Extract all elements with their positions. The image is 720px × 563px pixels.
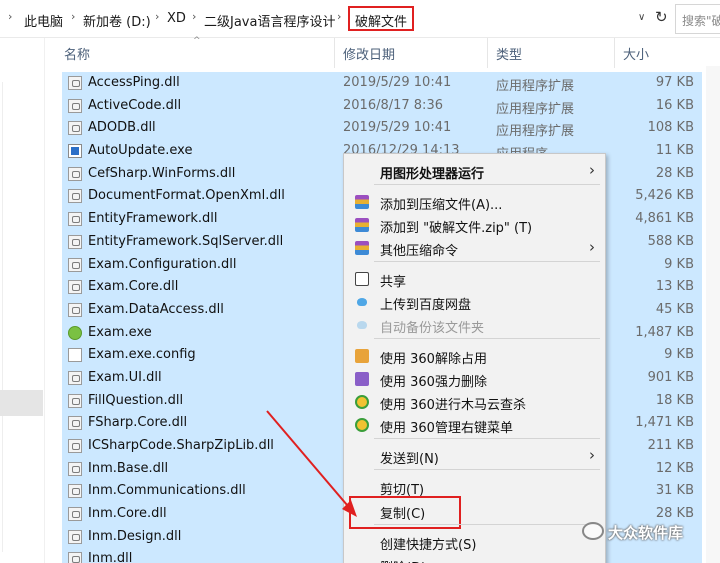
watermark: 大众软件库	[608, 524, 684, 542]
arrow-shaft	[266, 410, 354, 513]
explorer-window: › 此电脑 › 新加卷 (D:) › XD › 二级Java语言程序设计 › 破…	[0, 0, 720, 563]
wechat-logo-icon	[582, 522, 604, 540]
annotation-arrow	[266, 410, 357, 517]
